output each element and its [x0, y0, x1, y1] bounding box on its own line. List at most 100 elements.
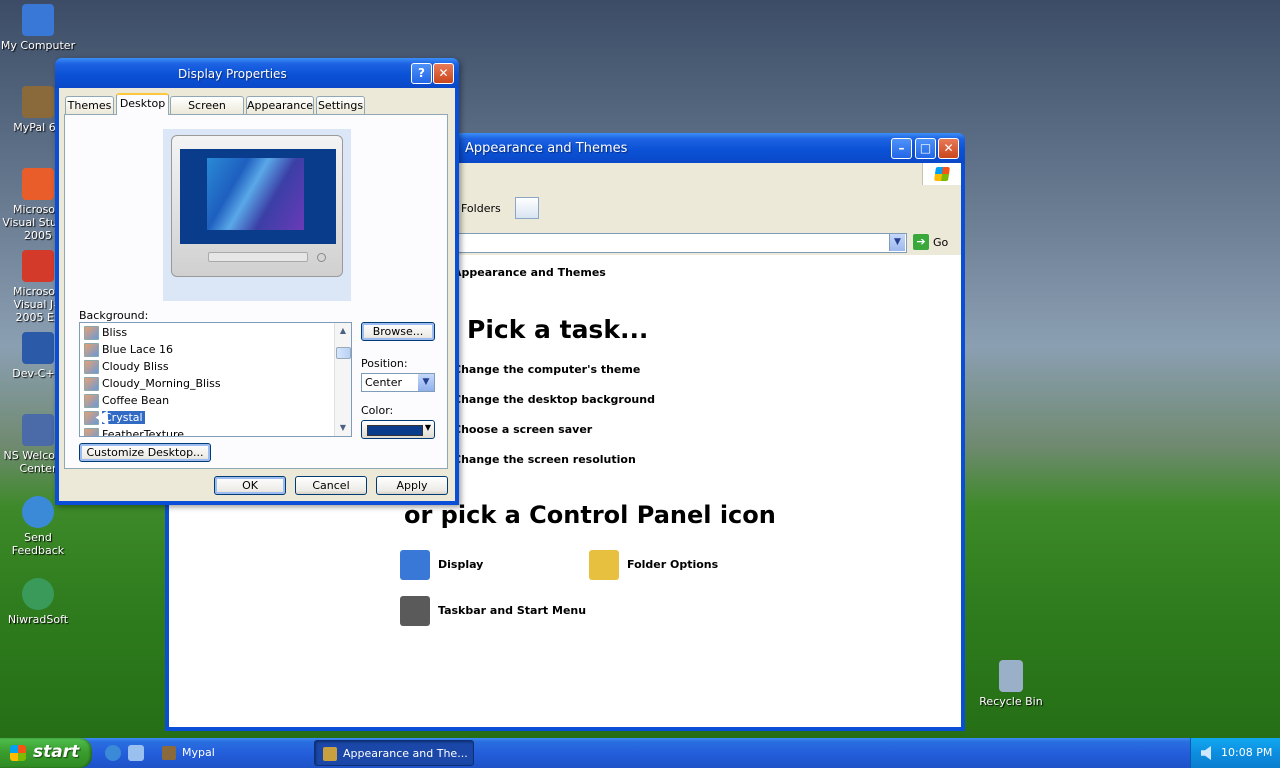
task-link-theme[interactable]: Change the computer's theme	[453, 363, 640, 376]
listbox-scrollbar[interactable]: ▲ ▼	[334, 323, 351, 436]
desktop-icon-label: NiwradSoft	[7, 613, 69, 626]
scroll-down-icon[interactable]: ▼	[336, 421, 350, 435]
desktop-icon-niwradsoft[interactable]: NiwradSoft	[0, 578, 76, 626]
color-swatch	[367, 425, 423, 436]
monitor-preview-icon	[171, 135, 343, 277]
dialog-title: Display Properties	[178, 67, 287, 81]
preview-screen	[180, 149, 336, 244]
image-file-icon	[84, 428, 99, 436]
views-icon[interactable]	[515, 197, 539, 219]
desktop-icon-recycle-bin[interactable]: Recycle Bin	[973, 660, 1049, 708]
start-label: start	[33, 742, 80, 762]
list-item[interactable]: FeatherTexture	[84, 426, 184, 436]
position-value: Center	[365, 376, 403, 389]
taskbar-item-mypal[interactable]: Mypal	[154, 740, 304, 766]
preview-area	[163, 129, 351, 301]
my-computer-icon	[22, 4, 54, 36]
scroll-up-icon[interactable]: ▲	[336, 324, 350, 338]
system-tray: 10:08 PM	[1190, 738, 1280, 768]
folders-button[interactable]: Folders	[461, 202, 501, 215]
scroll-thumb[interactable]	[336, 347, 351, 359]
recycle-bin-icon	[999, 660, 1023, 692]
pick-task-heading: Pick a task...	[467, 315, 649, 344]
windows-flag-icon	[10, 745, 26, 761]
apply-button[interactable]: Apply	[376, 476, 448, 495]
show-desktop-icon[interactable]	[128, 745, 144, 761]
customize-desktop-button[interactable]: Customize Desktop...	[79, 443, 211, 462]
image-file-icon	[84, 377, 99, 391]
image-file-icon	[84, 326, 99, 340]
chevron-down-icon: ▼	[424, 423, 431, 432]
clock: 10:08 PM	[1221, 746, 1273, 759]
position-select[interactable]: Center ▼	[361, 373, 435, 392]
image-file-icon	[84, 343, 99, 357]
close-button[interactable]: ✕	[938, 138, 959, 159]
volume-icon[interactable]	[1201, 746, 1211, 760]
visual-jsharp-icon	[22, 250, 54, 282]
list-item[interactable]: Bliss	[84, 324, 127, 341]
list-item-selected[interactable]: Crystal	[84, 409, 145, 426]
tab-appearance[interactable]: Appearance	[246, 96, 314, 114]
taskbar-item-label: Mypal	[182, 746, 215, 759]
dialog-body: Themes Desktop Screen Saver Appearance S…	[59, 88, 455, 501]
address-dropdown-icon[interactable]: ▼	[889, 234, 905, 251]
desktop-icon-send-feedback[interactable]: Send Feedback	[0, 496, 76, 557]
desktop-icon-label: My Computer	[0, 39, 76, 52]
list-item[interactable]: Coffee Bean	[84, 392, 169, 409]
mypal-icon	[162, 746, 176, 760]
go-arrow-icon[interactable]: ➔	[913, 234, 929, 250]
chevron-down-icon[interactable]: ▼	[418, 374, 434, 391]
mypal-icon	[22, 86, 54, 118]
cp-item-display[interactable]: Display	[400, 550, 484, 580]
ok-button[interactable]: OK	[214, 476, 286, 495]
cp-item-folder-options[interactable]: Folder Options	[589, 550, 718, 580]
desktop-icon-my-computer[interactable]: My Computer	[0, 4, 76, 52]
address-input[interactable]	[457, 233, 907, 253]
start-button[interactable]: start	[0, 738, 92, 768]
display-properties-dialog: Display Properties ? ✕ Themes Desktop Sc…	[55, 58, 459, 505]
windows-logo-icon	[922, 163, 961, 185]
background-label: Background:	[79, 309, 149, 322]
cp-item-label: Display	[438, 558, 484, 571]
list-item[interactable]: Cloudy_Morning_Bliss	[84, 375, 221, 392]
minimize-button[interactable]: –	[891, 138, 912, 159]
taskbar: start Mypal Appearance and The... 10:08 …	[0, 738, 1280, 768]
color-picker-button[interactable]: ▼	[361, 420, 435, 439]
niwradsoft-icon	[22, 578, 54, 610]
taskbar-item-appearance[interactable]: Appearance and The...	[314, 740, 474, 766]
list-item[interactable]: Cloudy Bliss	[84, 358, 169, 375]
control-panel-icon	[323, 747, 337, 761]
help-button[interactable]: ?	[411, 63, 432, 84]
pick-icon-heading: or pick a Control Panel icon	[404, 501, 776, 529]
dialog-title-bar[interactable]: Display Properties ? ✕	[55, 58, 459, 88]
task-link-resolution[interactable]: Change the screen resolution	[453, 453, 636, 466]
window-title: Appearance and Themes	[465, 141, 628, 156]
image-file-icon	[84, 394, 99, 408]
tab-themes[interactable]: Themes	[65, 96, 114, 114]
maximize-button[interactable]: □	[915, 138, 936, 159]
category-title: Appearance and Themes	[453, 266, 606, 279]
internet-explorer-icon[interactable]	[105, 745, 121, 761]
desktop-icon-label: Recycle Bin	[979, 695, 1043, 708]
display-icon	[400, 550, 430, 580]
tab-desktop[interactable]: Desktop	[116, 93, 169, 115]
browse-button[interactable]: Browse...	[361, 322, 435, 341]
go-button[interactable]: Go	[933, 236, 948, 249]
list-item[interactable]: Blue Lace 16	[84, 341, 173, 358]
send-feedback-icon	[22, 496, 54, 528]
cp-item-taskbar[interactable]: Taskbar and Start Menu	[400, 596, 587, 626]
cp-item-label: Taskbar and Start Menu	[438, 604, 587, 617]
tab-settings[interactable]: Settings	[316, 96, 365, 114]
tab-screen-saver[interactable]: Screen Saver	[170, 96, 244, 130]
task-link-screensaver[interactable]: Choose a screen saver	[453, 423, 592, 436]
cancel-button[interactable]: Cancel	[295, 476, 367, 495]
task-link-background[interactable]: Change the desktop background	[453, 393, 655, 406]
dialog-close-button[interactable]: ✕	[433, 63, 454, 84]
background-listbox[interactable]: Bliss Blue Lace 16 Cloudy Bliss Cloudy_M…	[79, 322, 352, 437]
desktop-tab-panel: Background: Bliss Blue Lace 16 Cloudy Bl…	[64, 114, 448, 469]
taskbar-item-label: Appearance and The...	[343, 747, 468, 760]
dev-cpp-icon	[22, 332, 54, 364]
taskbar-start-menu-icon	[400, 596, 430, 626]
monitor-power-icon	[317, 253, 326, 262]
wallpaper-preview	[207, 158, 304, 230]
